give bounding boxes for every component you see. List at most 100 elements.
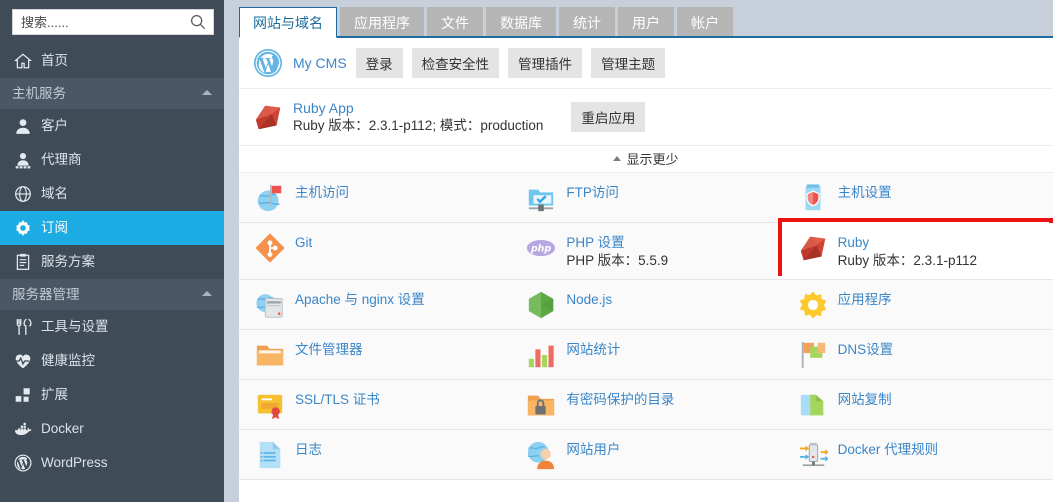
- grid-item-label[interactable]: 应用程序: [838, 292, 892, 307]
- tab-3[interactable]: 数据库: [486, 7, 556, 38]
- grid-item-hosting-settings[interactable]: 主机设置: [781, 172, 1053, 222]
- hosting-access-icon: [255, 183, 285, 213]
- search-input[interactable]: [13, 10, 213, 34]
- grid-item-php[interactable]: php PHP 设置 PHP 版本：5.5.9: [510, 222, 782, 280]
- grid-item-ssl-certificate[interactable]: SSL/TLS 证书: [239, 380, 511, 430]
- apache-nginx-icon: [255, 290, 285, 320]
- grid-item-label[interactable]: Git: [295, 235, 312, 250]
- grid-item-label[interactable]: PHP 设置: [566, 235, 624, 250]
- sidebar-item-11[interactable]: Docker: [0, 412, 224, 446]
- grid-item-web-statistics[interactable]: 网站统计: [510, 330, 782, 380]
- grid-item-protected-directory[interactable]: 有密码保护的目录: [510, 380, 782, 430]
- cms-button-3[interactable]: 管理主题: [591, 48, 666, 78]
- grid-item-label[interactable]: 主机访问: [295, 185, 349, 200]
- grid-item-hosting-access[interactable]: 主机访问: [239, 172, 511, 222]
- heartbeat-icon: [14, 352, 32, 370]
- applications-icon: [798, 290, 828, 320]
- clipboard-icon: [14, 253, 32, 271]
- ssl-certificate-icon: [255, 390, 285, 420]
- sidebar-nav: 首页主机服务客户 代理商域名订阅 服务方案 服务器管理工具与设置健康监控扩展 Docke…: [0, 44, 224, 480]
- sidebar-item-label: 首页: [41, 53, 68, 69]
- tab-4[interactable]: 统计: [559, 7, 615, 38]
- show-less-label: 显示更少: [626, 152, 679, 168]
- search-icon[interactable]: [189, 13, 207, 31]
- svg-text:php: php: [530, 243, 551, 254]
- cms-button-1[interactable]: 检查安全性: [411, 48, 500, 78]
- chevron-up-icon[interactable]: [202, 291, 212, 296]
- sidebar-item-12[interactable]: WordPress: [0, 446, 224, 480]
- php-icon: php: [526, 233, 556, 263]
- website-copy-icon: [798, 390, 828, 420]
- grid-item-label[interactable]: 文件管理器: [295, 342, 363, 357]
- grid-item-label[interactable]: Apache 与 nginx 设置: [295, 292, 425, 307]
- sidebar-group-7[interactable]: 服务器管理: [0, 279, 224, 310]
- tab-0[interactable]: 网站与域名: [239, 7, 337, 38]
- sidebar-item-label: 健康监控: [41, 353, 95, 369]
- grid-row: 日志 网站用户 Docker 代理规则: [239, 430, 1053, 481]
- grid-row: SSL/TLS 证书 有密码保护的目录 网站复制: [239, 380, 1053, 431]
- grid-item-git[interactable]: Git: [239, 222, 511, 280]
- grid-item-dns-settings[interactable]: DNS设置: [781, 330, 1053, 380]
- chevron-up-icon[interactable]: [202, 90, 212, 95]
- show-less-toggle[interactable]: 显示更少: [239, 146, 1053, 173]
- sidebar-item-5[interactable]: 订阅: [0, 211, 224, 245]
- tab-2[interactable]: 文件: [427, 7, 483, 38]
- cms-app-name[interactable]: My CMS: [293, 55, 347, 71]
- grid-item-label[interactable]: 日志: [295, 442, 322, 457]
- grid-item-label[interactable]: SSL/TLS 证书: [295, 392, 380, 407]
- feature-grid: 主机访问 FTP访问 主机设置 Git php PHP 设置 PHP 版本：5.5.9 Rub…: [239, 172, 1053, 481]
- grid-item-label[interactable]: Node.js: [566, 292, 612, 307]
- grid-item-web-users[interactable]: 网站用户: [510, 430, 782, 480]
- grid-item-label[interactable]: DNS设置: [838, 342, 894, 357]
- grid-item-label[interactable]: Docker 代理规则: [838, 442, 939, 457]
- tab-6[interactable]: 帐户: [677, 7, 733, 38]
- sidebar-group-1[interactable]: 主机服务: [0, 78, 224, 109]
- grid-item-apache-nginx[interactable]: Apache 与 nginx 设置: [239, 280, 511, 330]
- file-manager-icon: [255, 340, 285, 370]
- search-box[interactable]: [12, 9, 214, 35]
- grid-item-label[interactable]: 网站用户: [566, 442, 620, 457]
- sidebar-item-9[interactable]: 健康监控: [0, 344, 224, 378]
- grid-item-label[interactable]: 网站复制: [838, 392, 892, 407]
- grid-item-docker-proxy[interactable]: Docker 代理规则: [781, 430, 1053, 480]
- ruby-app-row: Ruby App Ruby 版本：2.3.1-p112; 模式：producti…: [239, 89, 1053, 146]
- hosting-settings-icon: [798, 183, 828, 213]
- grid-item-applications[interactable]: 应用程序: [781, 280, 1053, 330]
- sidebar-item-3[interactable]: 代理商: [0, 143, 224, 177]
- grid-item-label[interactable]: 有密码保护的目录: [566, 392, 674, 407]
- restart-app-button[interactable]: 重启应用: [571, 101, 646, 132]
- cms-button-2[interactable]: 管理插件: [508, 48, 583, 78]
- tab-1[interactable]: 应用程序: [340, 7, 424, 38]
- cms-app-row: My CMS 登录 检查安全性 管理插件 管理主题: [239, 38, 1053, 89]
- dns-settings-icon: [798, 340, 828, 370]
- sidebar-item-8[interactable]: 工具与设置: [0, 310, 224, 344]
- sidebar-item-label: 扩展: [41, 387, 68, 403]
- grid-item-ftp-access[interactable]: FTP访问: [510, 172, 782, 222]
- grid-item-nodejs[interactable]: Node.js: [510, 280, 782, 330]
- grid-item-logs[interactable]: 日志: [239, 430, 511, 480]
- grid-item-label[interactable]: 网站统计: [566, 342, 620, 357]
- cms-button-0[interactable]: 登录: [355, 48, 403, 78]
- sidebar-item-label: 域名: [41, 186, 68, 202]
- sidebar-item-4[interactable]: 域名: [0, 177, 224, 211]
- git-icon: [255, 233, 285, 263]
- sidebar-group-label: 主机服务: [12, 85, 66, 101]
- reseller-icon: [14, 151, 32, 169]
- grid-item-website-copy[interactable]: 网站复制: [781, 380, 1053, 430]
- sidebar-item-0[interactable]: 首页: [0, 44, 224, 78]
- docker-proxy-icon: [798, 440, 829, 470]
- sidebar-item-2[interactable]: 客户: [0, 109, 224, 143]
- ruby-app-name[interactable]: Ruby App: [293, 99, 543, 117]
- sidebar-item-label: Docker: [41, 421, 84, 437]
- sidebar-item-10[interactable]: 扩展: [0, 378, 224, 412]
- content-area: 网站与域名 应用程序 文件 数据库 统计 用户 帐户 My CMS 登录 检查安全性 管理插件管…: [224, 0, 1053, 502]
- grid-item-label[interactable]: Ruby: [838, 235, 870, 250]
- tab-5[interactable]: 用户: [618, 7, 674, 38]
- sidebar-item-6[interactable]: 服务方案: [0, 245, 224, 279]
- sidebar-item-label: 工具与设置: [41, 319, 109, 335]
- grid-row: Git php PHP 设置 PHP 版本：5.5.9 Ruby Ruby 版本：2.3.…: [239, 222, 1053, 281]
- grid-item-ruby[interactable]: Ruby Ruby 版本：2.3.1-p112: [781, 222, 1053, 280]
- grid-item-label[interactable]: 主机设置: [838, 185, 892, 200]
- grid-item-file-manager[interactable]: 文件管理器: [239, 330, 511, 380]
- grid-item-label[interactable]: FTP访问: [566, 185, 619, 200]
